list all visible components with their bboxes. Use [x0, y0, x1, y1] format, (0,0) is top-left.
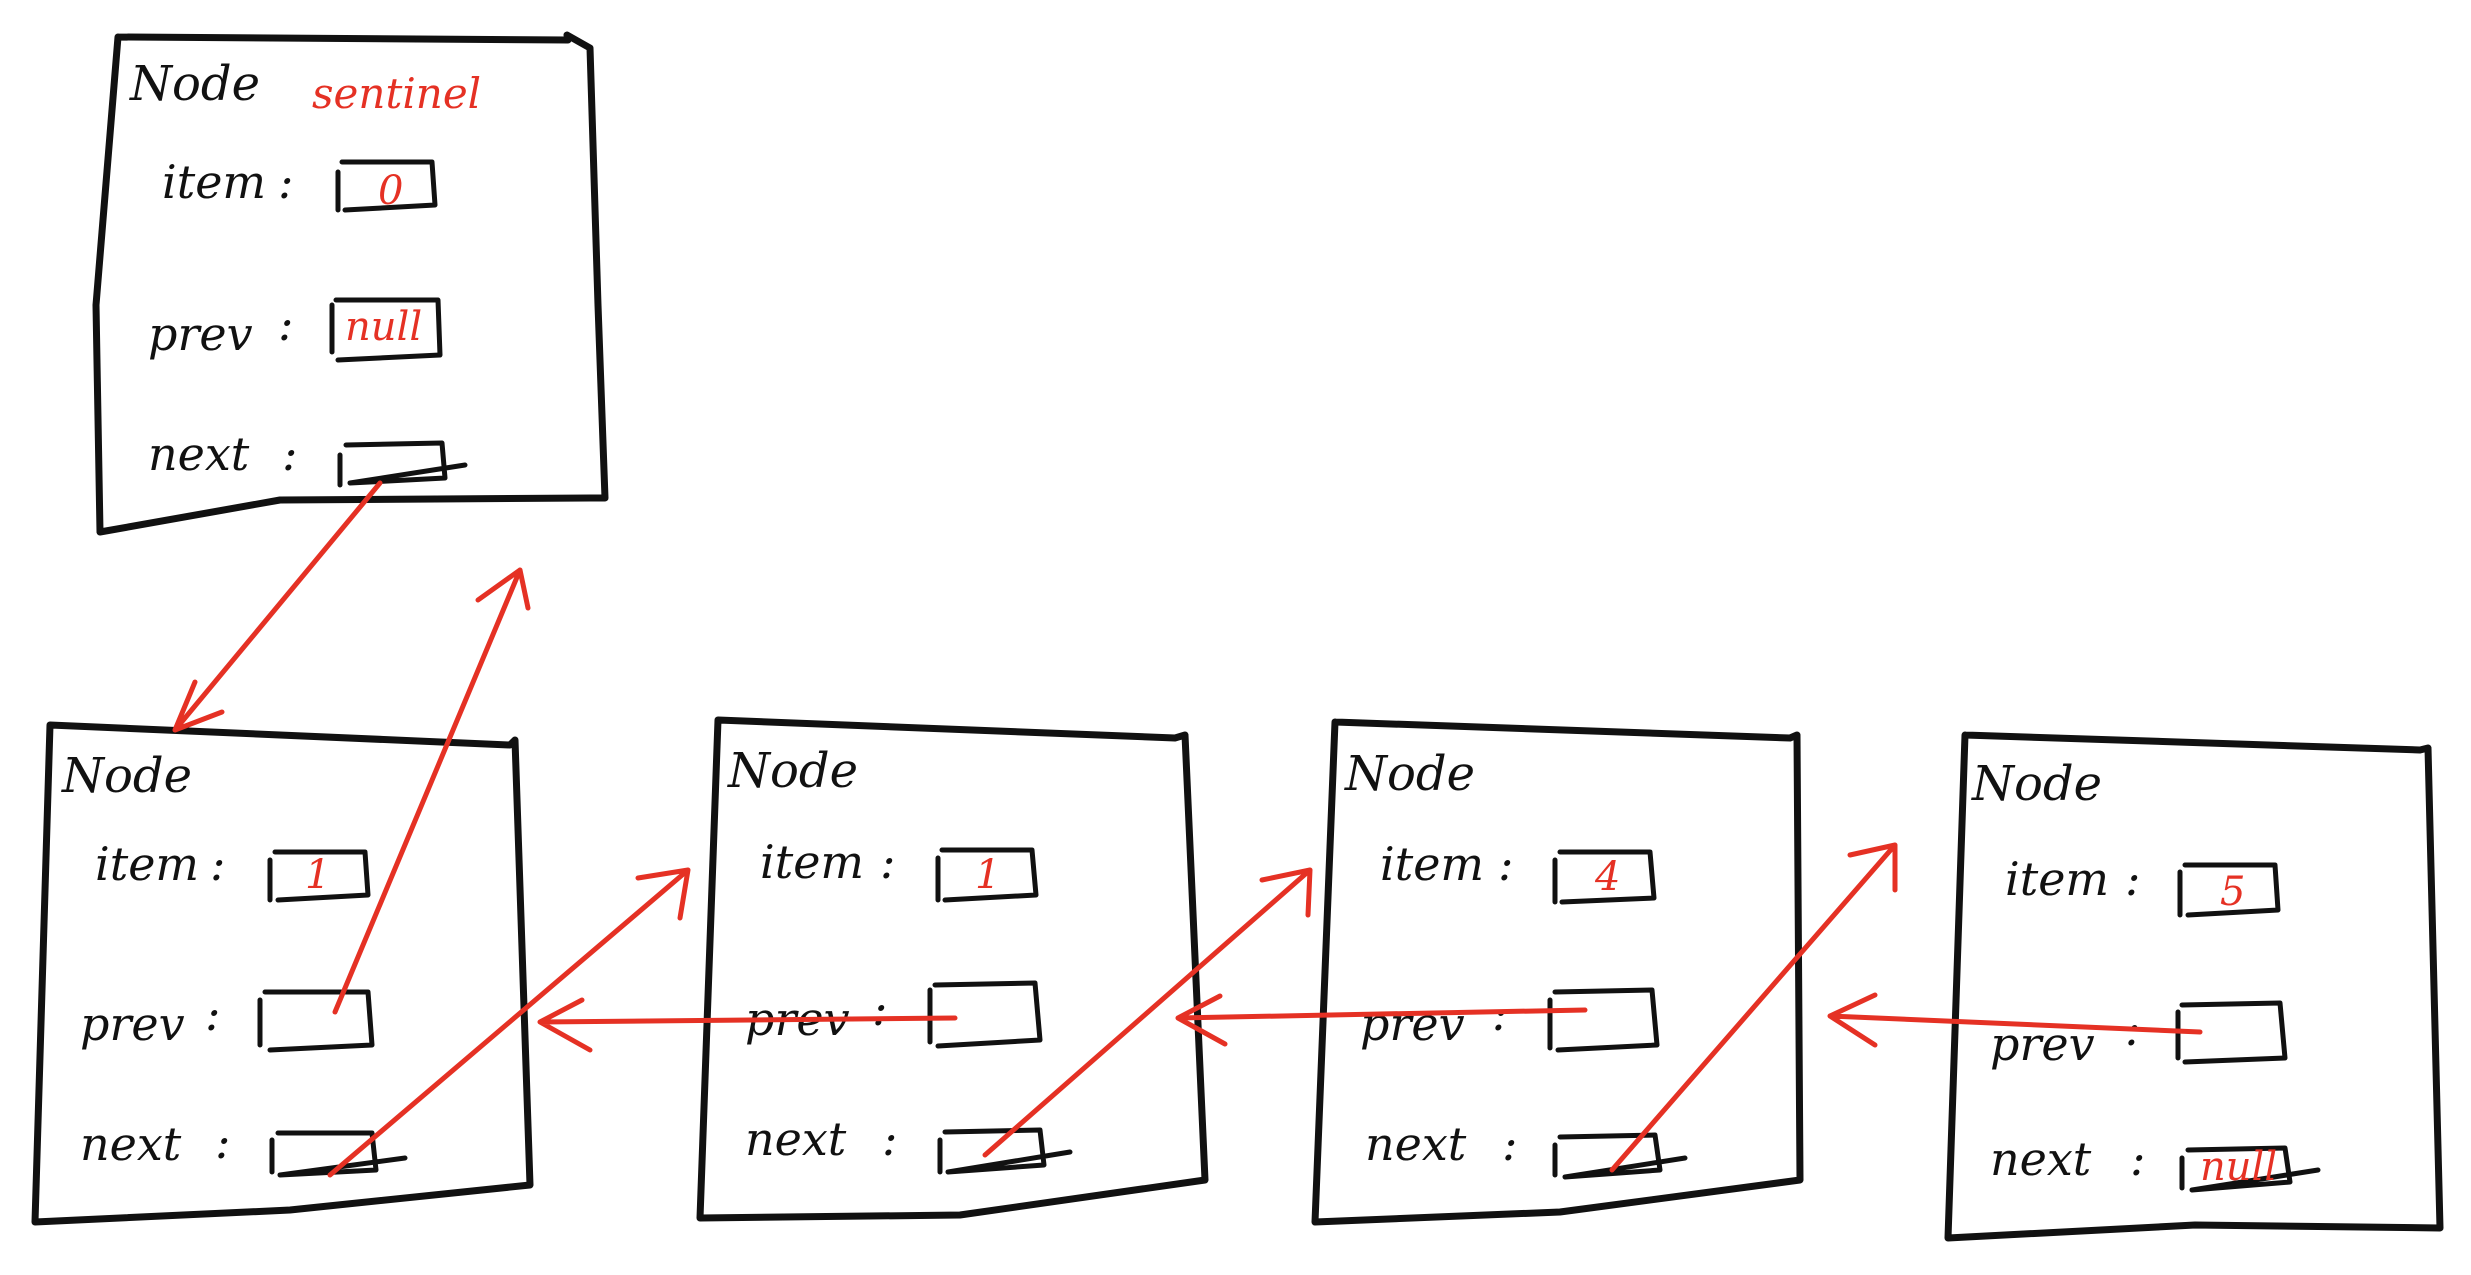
prev-label: prev	[1360, 997, 1465, 1051]
next-label: next	[1365, 1117, 1467, 1171]
node-title: Node	[129, 56, 260, 112]
separator: :	[210, 837, 226, 891]
item-value: 0	[378, 168, 403, 214]
node-title: Node	[1971, 756, 2102, 812]
next-slot	[1552, 1132, 1688, 1180]
node-2: Node item : 1 prev : next :	[696, 716, 1209, 1222]
prev-label: prev	[148, 307, 253, 361]
arrow-node2-next	[982, 867, 1313, 1158]
prev-value: null	[345, 304, 422, 350]
sentinel-label: sentinel	[312, 69, 481, 118]
next-label: next	[80, 1117, 182, 1171]
node-3: Node item : 4 prev : next :	[1311, 718, 1804, 1226]
prev-slot	[257, 989, 375, 1053]
next-label: next	[745, 1112, 847, 1166]
separator: :	[882, 1112, 898, 1166]
node-sentinel: Node sentinel item : 0 prev : null next …	[92, 31, 609, 536]
separator: :	[2130, 1132, 2146, 1186]
node-4: Node item : 5 prev : next : null	[1944, 731, 2444, 1242]
item-label: item	[2005, 852, 2109, 906]
node-title: Node	[727, 743, 858, 799]
separator: :	[1498, 837, 1514, 891]
linked-list-diagram: Node sentinel item : 0 prev : null next …	[31, 31, 2444, 1242]
item-value: 1	[305, 852, 330, 898]
node-1: Node item : 1 prev : next :	[31, 721, 534, 1226]
separator: :	[880, 835, 896, 889]
separator: :	[2125, 852, 2141, 906]
next-value: null	[2200, 1144, 2277, 1190]
prev-label: prev	[80, 997, 185, 1051]
separator: :	[282, 427, 298, 481]
item-label: item	[1380, 837, 1484, 891]
item-value: 4	[1594, 854, 1620, 900]
arrow-sentinel-next	[172, 480, 383, 733]
next-label: next	[1990, 1132, 2092, 1186]
next-slot	[337, 440, 468, 488]
separator: :	[205, 987, 221, 1041]
node-title: Node	[1344, 746, 1475, 802]
separator: :	[872, 982, 888, 1036]
separator: :	[1502, 1117, 1518, 1171]
next-label: next	[148, 427, 250, 481]
node-title: Node	[61, 748, 192, 804]
item-label: item	[162, 155, 266, 209]
separator: :	[278, 297, 294, 351]
item-value: 5	[2220, 869, 2245, 915]
separator: :	[278, 155, 294, 209]
separator: :	[215, 1115, 231, 1169]
item-label: item	[95, 837, 199, 891]
prev-slot	[1547, 987, 1660, 1053]
item-value: 1	[975, 852, 1000, 898]
item-label: item	[760, 835, 864, 889]
prev-slot	[927, 980, 1043, 1049]
arrow-node1-prev	[332, 567, 531, 1015]
